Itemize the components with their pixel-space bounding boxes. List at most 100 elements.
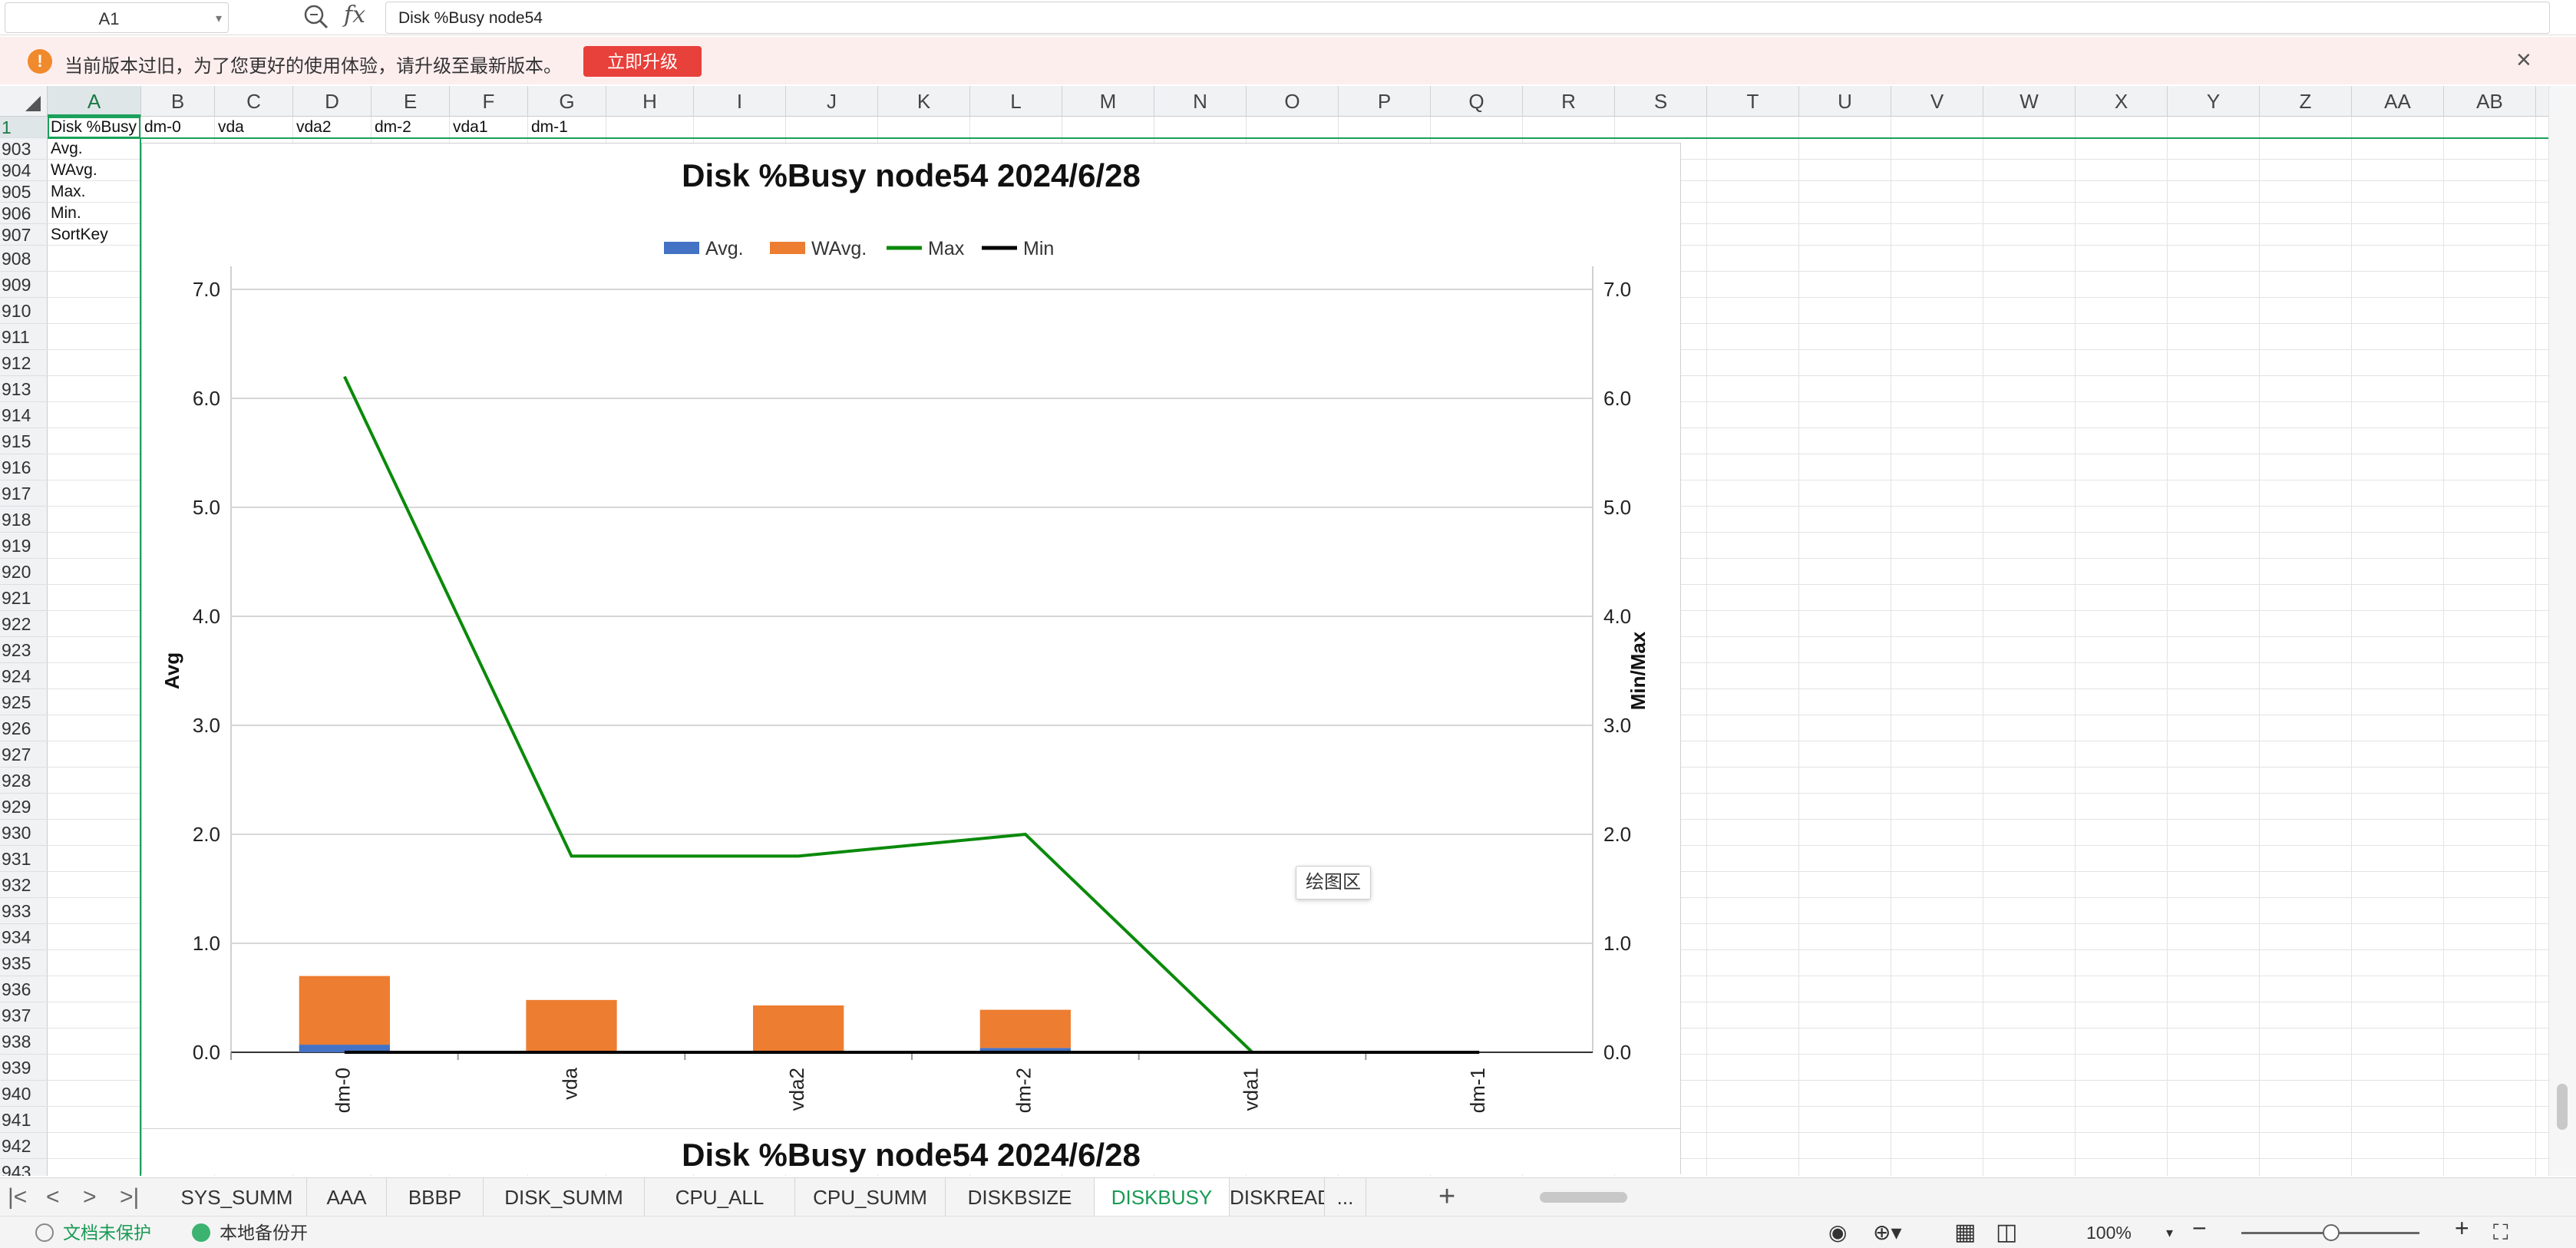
column-header-e[interactable]: E — [372, 86, 450, 117]
column-header-f[interactable]: F — [450, 86, 528, 117]
row-header-933[interactable]: 933 — [0, 898, 48, 924]
row-header-922[interactable]: 922 — [0, 611, 48, 637]
row-header-914[interactable]: 914 — [0, 402, 48, 428]
column-header-y[interactable]: Y — [2168, 86, 2260, 117]
sheet-tab-diskbusy[interactable]: DISKBUSY — [1095, 1178, 1230, 1217]
cell-e1[interactable]: dm-2 — [372, 117, 450, 138]
disk-busy-chart-2[interactable]: Disk %Busy node54 2024/6/28 — [141, 1128, 1681, 1174]
row-header-935[interactable]: 935 — [0, 950, 48, 976]
formula-input[interactable]: Disk %Busy node54 — [385, 2, 2550, 34]
row-header-915[interactable]: 915 — [0, 428, 48, 454]
row-header-937[interactable]: 937 — [0, 1002, 48, 1028]
cell-c1[interactable]: vda — [215, 117, 293, 138]
view-mode-icon[interactable]: ⊕▾ — [1873, 1222, 1902, 1243]
column-header-o[interactable]: O — [1247, 86, 1339, 117]
row-header-916[interactable]: 916 — [0, 454, 48, 480]
column-header-u[interactable]: U — [1799, 86, 1891, 117]
column-header-n[interactable]: N — [1154, 86, 1247, 117]
zoom-level[interactable]: 100% — [2086, 1223, 2132, 1243]
cell-d1[interactable]: vda2 — [293, 117, 372, 138]
column-header-l[interactable]: L — [970, 86, 1062, 117]
column-header-aa[interactable]: AA — [2352, 86, 2444, 117]
cell-f1[interactable]: vda1 — [450, 117, 528, 138]
sheet-tab--[interactable]: ... — [1325, 1178, 1366, 1217]
close-icon[interactable]: × — [2516, 46, 2531, 74]
cell-g1[interactable]: dm-1 — [528, 117, 606, 138]
row-header-934[interactable]: 934 — [0, 924, 48, 950]
sheet-tab-sys-summ[interactable]: SYS_SUMM — [167, 1178, 307, 1217]
row-header-921[interactable]: 921 — [0, 585, 48, 611]
row-header-909[interactable]: 909 — [0, 272, 48, 298]
sheet-tab-cpu-summ[interactable]: CPU_SUMM — [795, 1178, 946, 1217]
row-header-924[interactable]: 924 — [0, 663, 48, 689]
row-header-913[interactable]: 913 — [0, 376, 48, 402]
backup-status[interactable]: 本地备份开 — [220, 1223, 308, 1243]
cell-a904[interactable]: WAvg. — [48, 160, 141, 181]
row-header-929[interactable]: 929 — [0, 794, 48, 820]
row-header-908[interactable]: 908 — [0, 246, 48, 272]
row-header-923[interactable]: 923 — [0, 637, 48, 663]
row-header-906[interactable]: 906 — [0, 203, 48, 224]
page-layout-icon[interactable]: ◫ — [1996, 1221, 2017, 1244]
protection-status[interactable]: 文档未保护 — [63, 1223, 151, 1243]
upgrade-button[interactable]: 立即升级 — [583, 46, 702, 77]
row-header-942[interactable]: 942 — [0, 1133, 48, 1159]
function-icon[interactable]: fx — [344, 2, 365, 28]
row-header-932[interactable]: 932 — [0, 872, 48, 898]
next-sheet-icon[interactable]: > — [83, 1184, 97, 1210]
sheet-tab-bbbp[interactable]: BBBP — [387, 1178, 484, 1217]
row-header-1[interactable]: 1 — [0, 117, 48, 138]
column-header-s[interactable]: S — [1615, 86, 1707, 117]
row-header-938[interactable]: 938 — [0, 1028, 48, 1055]
horizontal-scrollbar[interactable] — [1514, 1187, 2512, 1207]
sheet-tab-aaa[interactable]: AAA — [307, 1178, 387, 1217]
column-header-x[interactable]: X — [2076, 86, 2168, 117]
row-header-941[interactable]: 941 — [0, 1107, 48, 1133]
column-header-ab[interactable]: AB — [2444, 86, 2536, 117]
column-header-i[interactable]: I — [694, 86, 786, 117]
column-header-w[interactable]: W — [1983, 86, 2076, 117]
row-header-936[interactable]: 936 — [0, 976, 48, 1002]
row-header-930[interactable]: 930 — [0, 820, 48, 846]
name-box-dropdown-icon[interactable]: ▾ — [216, 11, 222, 26]
zoom-out-icon[interactable]: − — [2192, 1216, 2207, 1240]
row-header-911[interactable]: 911 — [0, 324, 48, 350]
row-header-912[interactable]: 912 — [0, 350, 48, 376]
column-header-q[interactable]: Q — [1431, 86, 1523, 117]
vertical-scrollbar[interactable] — [2548, 86, 2576, 1176]
column-header-c[interactable]: C — [215, 86, 293, 117]
row-header-918[interactable]: 918 — [0, 507, 48, 533]
sheet-tab-diskread[interactable]: DISKREAD — [1230, 1178, 1325, 1217]
horizontal-scroll-thumb[interactable] — [1540, 1192, 1627, 1203]
select-all-corner[interactable] — [0, 86, 48, 117]
sheet-tab-cpu-all[interactable]: CPU_ALL — [645, 1178, 795, 1217]
column-header-b[interactable]: B — [141, 86, 215, 117]
sheet-tab-disk-summ[interactable]: DISK_SUMM — [484, 1178, 645, 1217]
row-header-920[interactable]: 920 — [0, 559, 48, 585]
row-header-940[interactable]: 940 — [0, 1081, 48, 1107]
row-header-931[interactable]: 931 — [0, 846, 48, 872]
row-header-943[interactable]: 943 — [0, 1159, 48, 1176]
row-header-903[interactable]: 903 — [0, 138, 48, 160]
column-header-k[interactable]: K — [878, 86, 970, 117]
row-header-919[interactable]: 919 — [0, 533, 48, 559]
zoom-in-icon[interactable]: + — [2455, 1216, 2469, 1240]
cell-a906[interactable]: Min. — [48, 203, 141, 224]
row-header-927[interactable]: 927 — [0, 741, 48, 768]
first-sheet-icon[interactable]: |< — [8, 1184, 27, 1210]
cell-a903[interactable]: Avg. — [48, 138, 141, 160]
chart-plot[interactable]: 0.0 0.0 1.0 1.0 2.0 2.0 3.0 3.0 4.0 4.0 5.0 5.0 6.0 6… — [142, 144, 1682, 1131]
column-header-a[interactable]: A — [48, 86, 141, 117]
vertical-scroll-thumb[interactable] — [2557, 1084, 2568, 1130]
column-header-t[interactable]: T — [1707, 86, 1799, 117]
row-header-917[interactable]: 917 — [0, 480, 48, 507]
cell-b1[interactable]: dm-0 — [141, 117, 215, 138]
row-header-928[interactable]: 928 — [0, 768, 48, 794]
zoom-dropdown-icon[interactable]: ▾ — [2166, 1223, 2173, 1243]
last-sheet-icon[interactable]: >| — [120, 1184, 139, 1210]
column-header-j[interactable]: J — [786, 86, 878, 117]
fullscreen-icon[interactable]: ⛶ — [2493, 1222, 2508, 1243]
row-header-905[interactable]: 905 — [0, 181, 48, 203]
prev-sheet-icon[interactable]: < — [46, 1184, 60, 1210]
zoom-slider-thumb[interactable] — [2323, 1224, 2340, 1241]
